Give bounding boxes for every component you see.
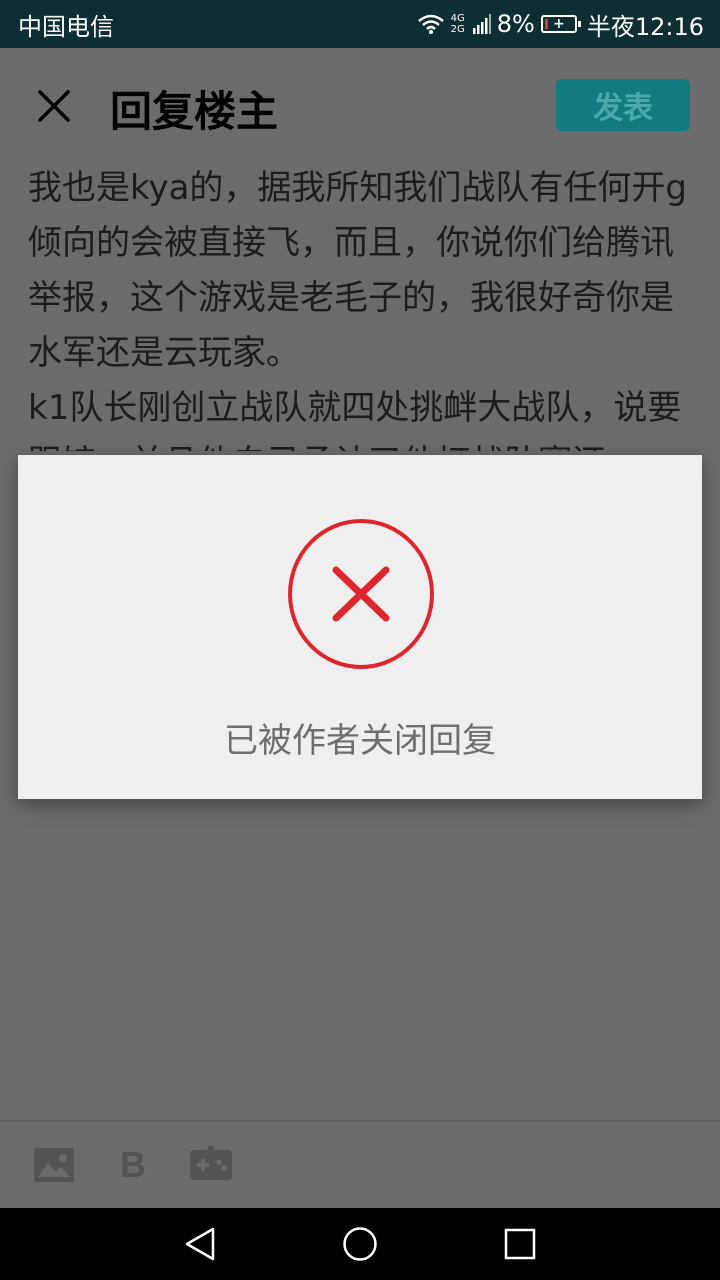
close-icon[interactable]	[34, 86, 74, 126]
network-type: 4G 2G	[450, 13, 465, 35]
carrier-label: 中国电信	[18, 12, 114, 41]
reply-content[interactable]: 我也是kya的，据我所知我们战队有任何开g倾向的会被直接飞，而且，你说你们给腾讯…	[28, 161, 698, 451]
publish-button[interactable]: 发表	[556, 79, 690, 131]
home-icon[interactable]	[342, 1226, 378, 1262]
image-icon[interactable]	[34, 1148, 74, 1182]
bold-icon[interactable]: B	[120, 1144, 146, 1186]
content-paragraph: 我也是kya的，据我所知我们战队有任何开g倾向的会被直接飞，而且，你说你们给腾讯…	[28, 168, 688, 373]
gamepad-icon[interactable]	[190, 1146, 232, 1180]
navigation-bar	[0, 1208, 720, 1280]
recents-icon[interactable]	[504, 1228, 536, 1260]
toolbar-divider	[0, 1120, 720, 1122]
clock: 半夜12:16	[586, 12, 704, 41]
battery-percent: 8%	[496, 10, 535, 38]
battery-icon: +	[540, 15, 581, 33]
page-title: 回复楼主	[110, 87, 279, 136]
wifi-icon	[417, 14, 444, 34]
reply-closed-dialog: 已被作者关闭回复	[18, 455, 702, 799]
error-icon	[288, 519, 434, 669]
dialog-message: 已被作者关闭回复	[224, 721, 496, 761]
content-paragraph: k1队长刚创立战队就四处挑衅大战队，说要跟馆，并且他自己承认了他打战队赛还	[28, 388, 682, 451]
status-indicators: 4G 2G 8% + 半夜12:16	[417, 7, 704, 42]
back-icon[interactable]	[184, 1227, 216, 1261]
signal-icon	[472, 14, 491, 34]
status-bar: 中国电信 4G 2G 8% + 半夜12:16	[0, 0, 720, 48]
